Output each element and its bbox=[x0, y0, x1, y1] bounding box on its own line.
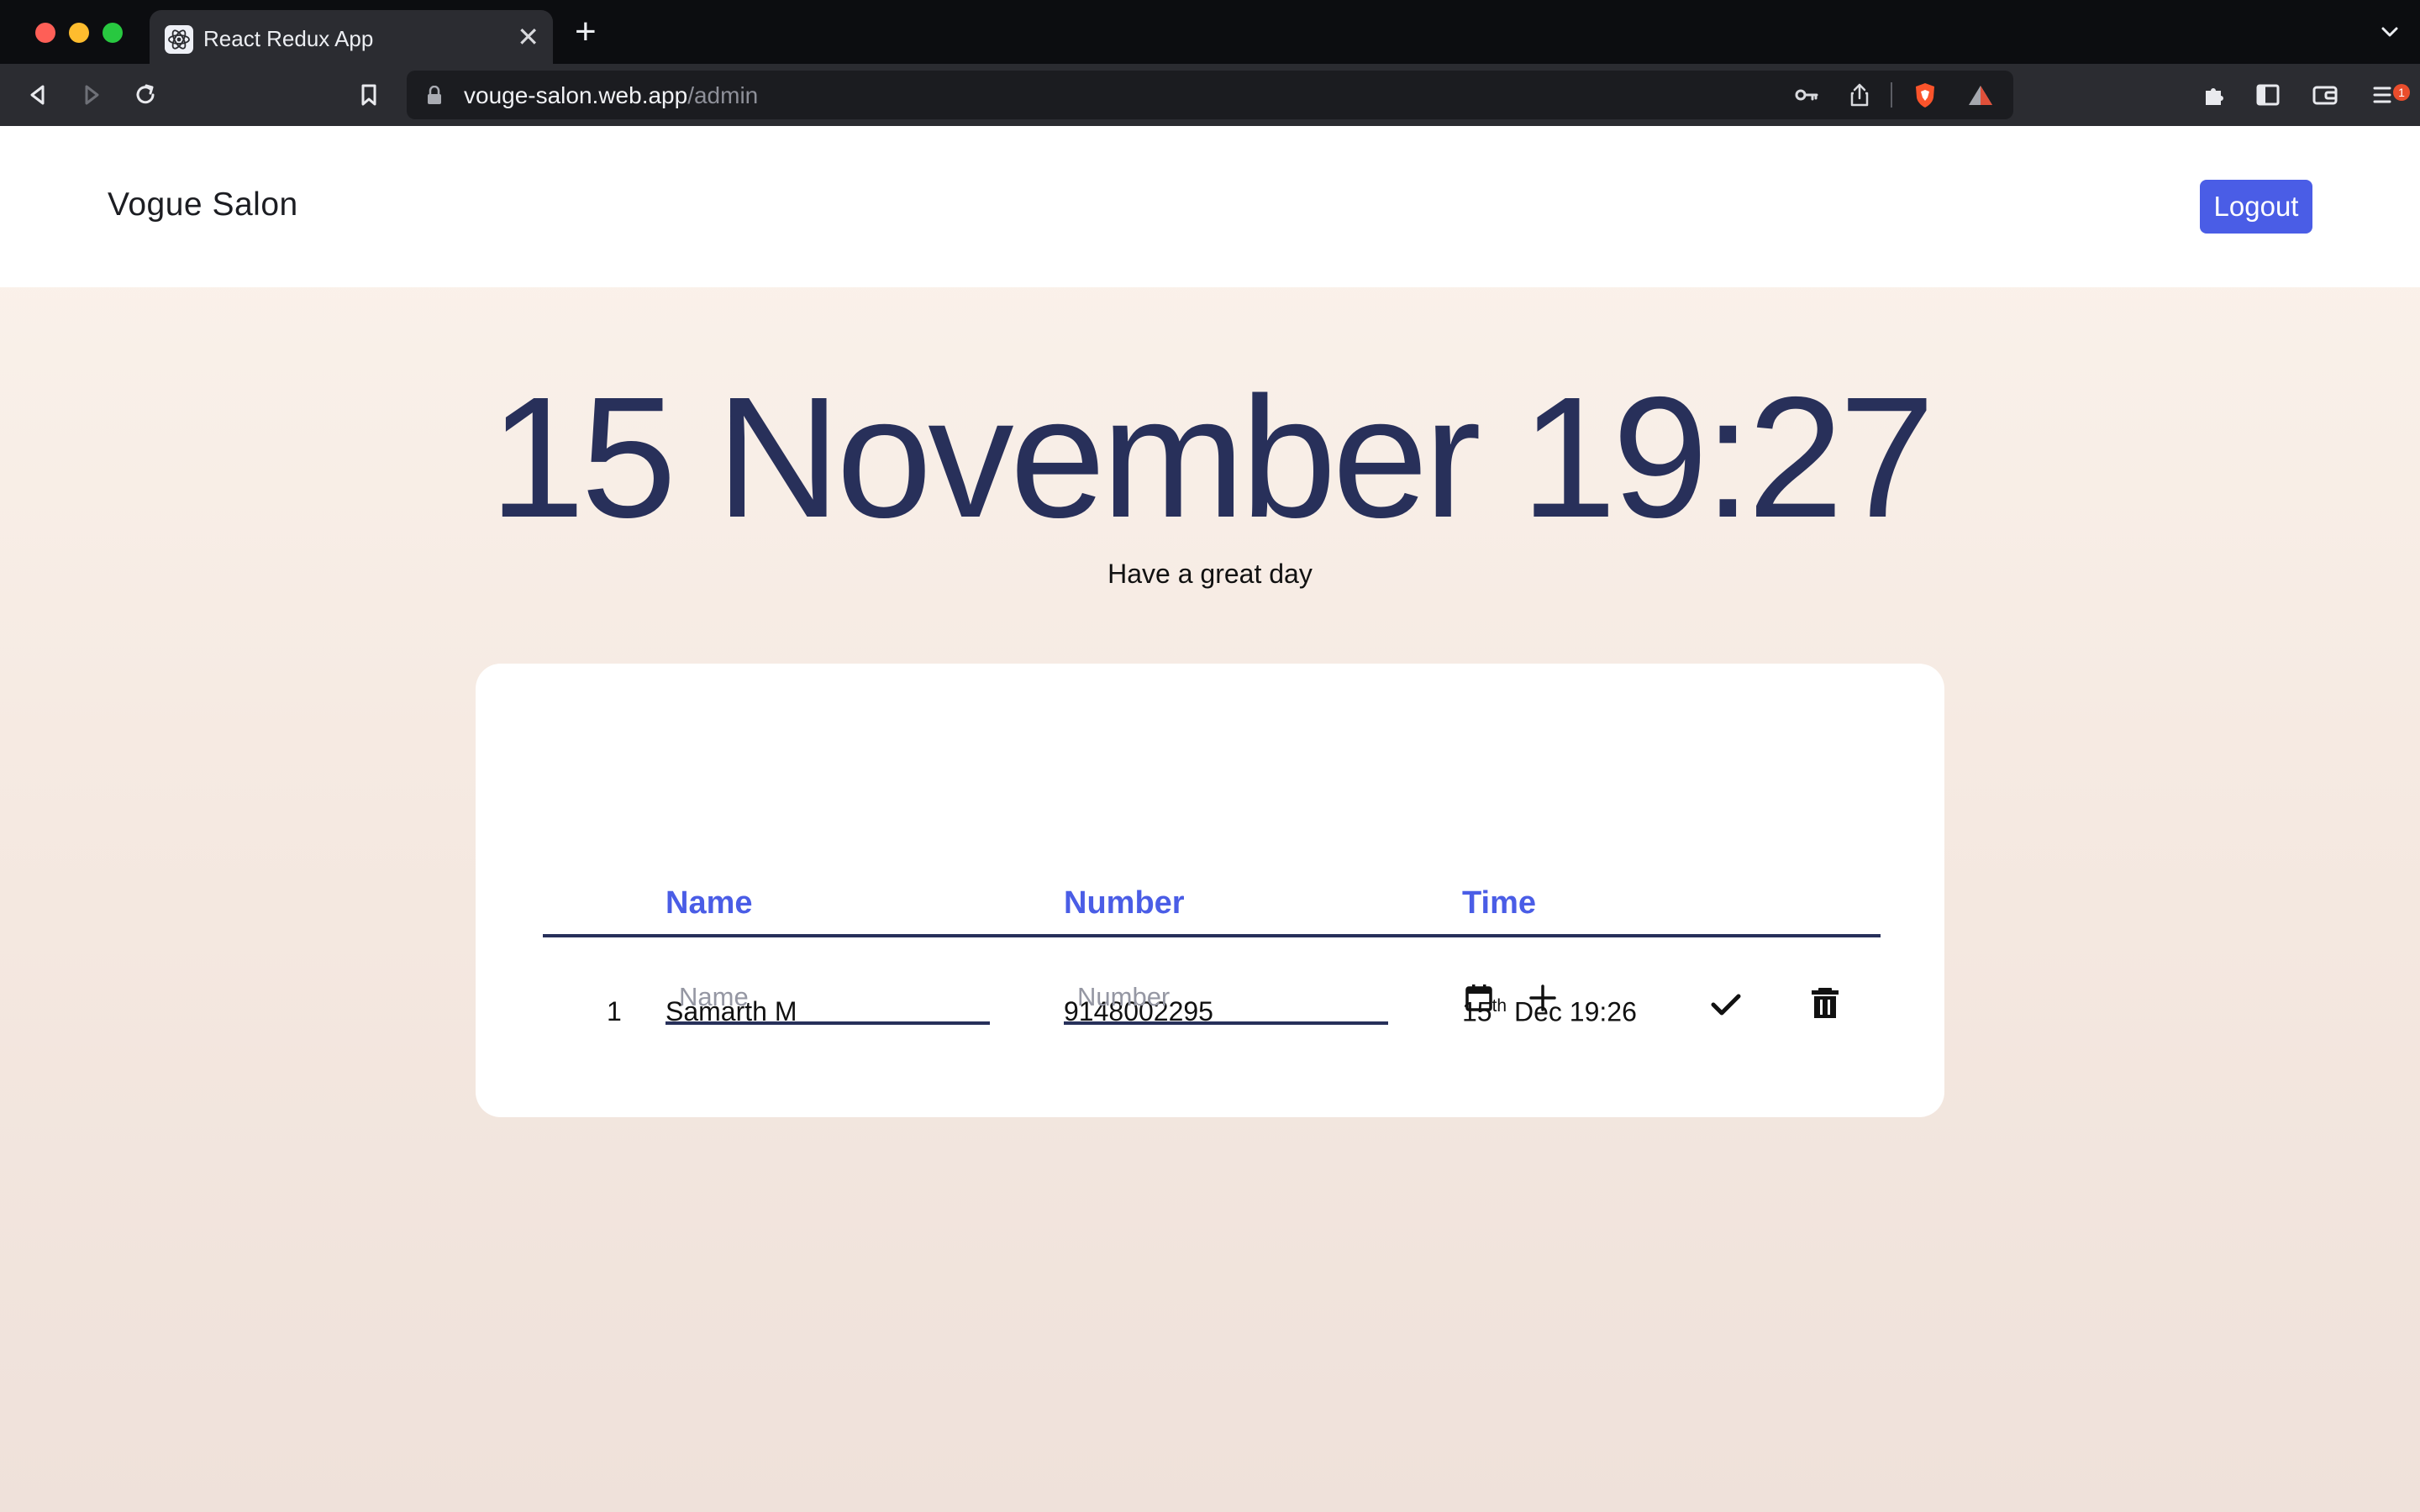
bookmark-icon[interactable] bbox=[353, 79, 385, 111]
sidebar-icon[interactable] bbox=[2252, 79, 2284, 111]
url-text: vouge-salon.web.app/admin bbox=[464, 82, 758, 109]
brave-rewards-icon[interactable] bbox=[1966, 81, 1995, 109]
brave-shields-icon[interactable] bbox=[1911, 81, 1939, 109]
extensions-puzzle-icon[interactable] bbox=[2198, 79, 2230, 111]
number-input[interactable] bbox=[1064, 973, 1388, 1025]
complete-appointment-button[interactable] bbox=[1707, 986, 1744, 1023]
url-host: vouge-salon.web.app bbox=[464, 82, 688, 108]
column-header-name: Name bbox=[666, 885, 753, 921]
window-close-button[interactable] bbox=[35, 23, 55, 43]
forward-arrow-icon[interactable] bbox=[76, 79, 108, 111]
name-input[interactable] bbox=[666, 973, 990, 1025]
react-favicon-icon bbox=[165, 25, 193, 54]
back-arrow-icon[interactable] bbox=[22, 79, 54, 111]
check-icon bbox=[1711, 994, 1741, 1016]
row-divider bbox=[543, 934, 1881, 937]
window-minimize-button[interactable] bbox=[69, 23, 89, 43]
site-brand[interactable]: Vogue Salon bbox=[108, 186, 298, 223]
date-picker-button[interactable] bbox=[1460, 979, 1497, 1016]
column-header-number: Number bbox=[1064, 885, 1185, 921]
greeting-text: Have a great day bbox=[1107, 559, 1313, 589]
menu-hamburger-icon[interactable] bbox=[2366, 79, 2398, 111]
row-index: 1 bbox=[607, 996, 622, 1026]
site-navbar: Vogue Salon Logout bbox=[0, 126, 2420, 287]
tab-title: React Redux App bbox=[203, 26, 374, 51]
column-header-time: Time bbox=[1462, 885, 1537, 921]
url-path: /admin bbox=[687, 82, 759, 108]
browser-toolbar: vouge-salon.web.app/admin 1 bbox=[0, 64, 2420, 126]
date-time-headline: 15 November 19:27 bbox=[489, 361, 1935, 554]
address-bar-divider bbox=[1891, 82, 1892, 108]
new-tab-button[interactable]: + bbox=[575, 13, 597, 50]
browser-tab-bar: React Redux App ✕ + bbox=[0, 0, 2420, 64]
key-icon[interactable] bbox=[1791, 81, 1820, 109]
delete-appointment-button[interactable] bbox=[1807, 984, 1844, 1021]
lock-icon bbox=[428, 86, 441, 104]
calendar-icon bbox=[1465, 984, 1492, 1011]
add-appointment-button[interactable] bbox=[1524, 979, 1561, 1016]
tab-close-icon[interactable]: ✕ bbox=[517, 22, 539, 52]
plus-icon bbox=[1529, 984, 1556, 1011]
wallet-icon[interactable] bbox=[2309, 79, 2341, 111]
page-content: Vogue Salon Logout 15 November 19:27 Hav… bbox=[0, 126, 2420, 1512]
address-bar[interactable]: vouge-salon.web.app/admin 1 bbox=[407, 71, 2410, 119]
window-zoom-button[interactable] bbox=[103, 23, 123, 43]
trash-icon bbox=[1812, 988, 1839, 1018]
browser-tab[interactable]: React Redux App ✕ bbox=[150, 10, 553, 64]
tab-list-chevron-icon[interactable] bbox=[2378, 20, 2402, 44]
logout-button[interactable]: Logout bbox=[2200, 180, 2312, 234]
reload-icon[interactable] bbox=[129, 79, 161, 111]
share-icon[interactable] bbox=[1845, 81, 1874, 109]
appointments-card: Name Number Time 1 Samarth M 9148002295 … bbox=[476, 664, 1944, 1117]
